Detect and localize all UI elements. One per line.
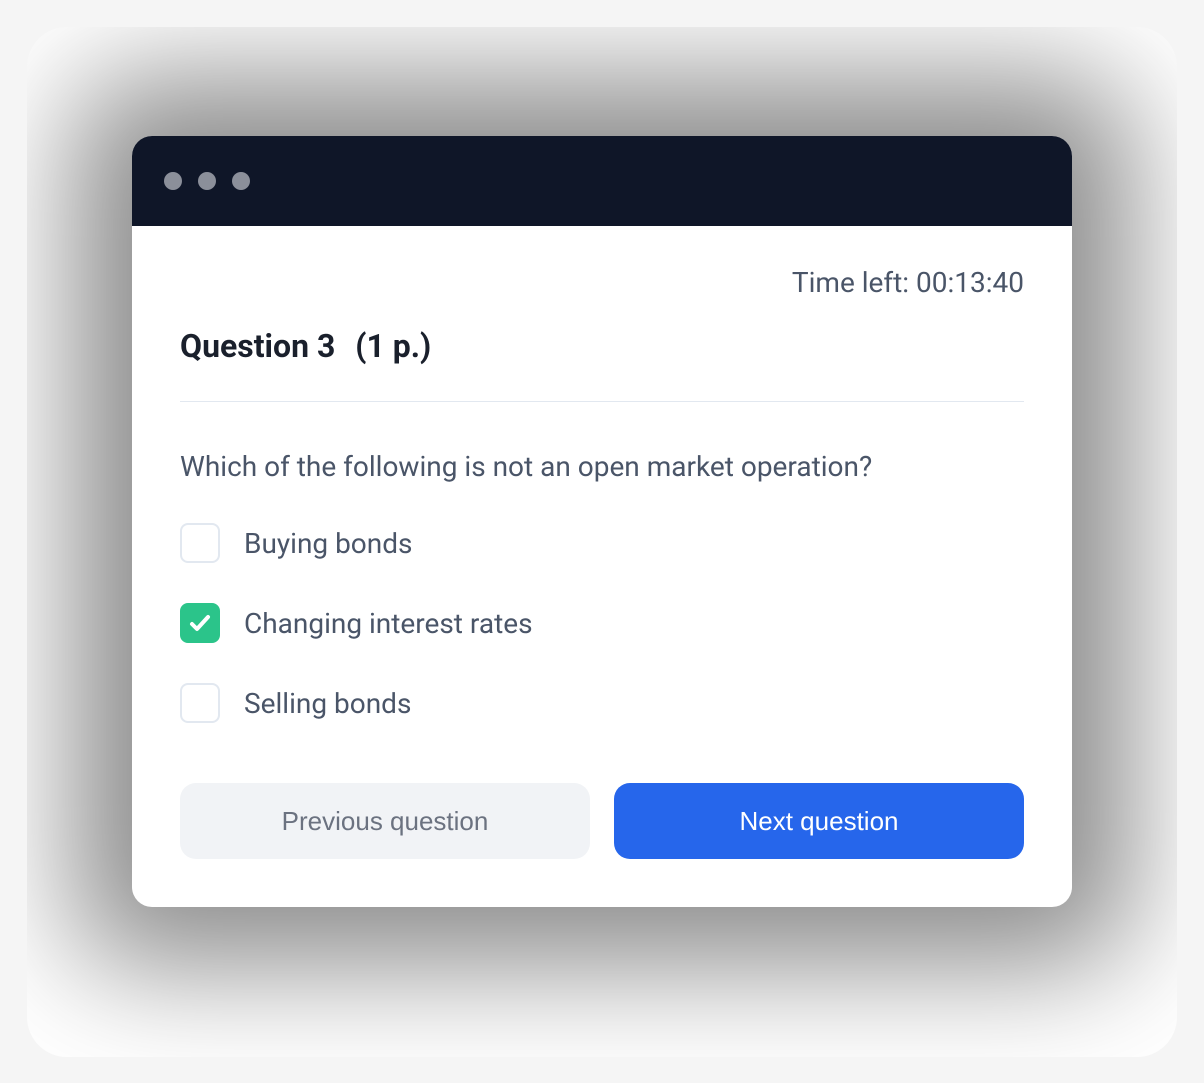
question-points: (1 p.) (355, 327, 431, 365)
question-text: Which of the following is not an open ma… (180, 450, 1024, 483)
option-label-2[interactable]: Selling bonds (244, 687, 411, 720)
question-number: Question 3 (180, 327, 335, 365)
quiz-window: Time left: 00:13:40 Question 3 (1 p.) Wh… (132, 136, 1072, 907)
check-icon (188, 611, 212, 635)
option-label-1[interactable]: Changing interest rates (244, 607, 533, 640)
app-backdrop: Time left: 00:13:40 Question 3 (1 p.) Wh… (27, 27, 1177, 1057)
next-question-button[interactable]: Next question (614, 783, 1024, 859)
option-checkbox-1[interactable] (180, 603, 220, 643)
option-checkbox-0[interactable] (180, 523, 220, 563)
timer: Time left: 00:13:40 (180, 266, 1024, 299)
timer-value: 00:13:40 (916, 266, 1024, 299)
option-row-1: Changing interest rates (180, 603, 1024, 643)
question-header: Question 3 (1 p.) (180, 327, 1024, 402)
timer-label: Time left: (792, 266, 916, 299)
window-titlebar (132, 136, 1072, 226)
traffic-light-minimize-icon[interactable] (198, 172, 216, 190)
option-label-0[interactable]: Buying bonds (244, 527, 412, 560)
traffic-light-close-icon[interactable] (164, 172, 182, 190)
option-row-2: Selling bonds (180, 683, 1024, 723)
traffic-light-maximize-icon[interactable] (232, 172, 250, 190)
option-row-0: Buying bonds (180, 523, 1024, 563)
option-checkbox-2[interactable] (180, 683, 220, 723)
quiz-content: Time left: 00:13:40 Question 3 (1 p.) Wh… (132, 226, 1072, 907)
nav-row: Previous question Next question (180, 783, 1024, 859)
previous-question-button[interactable]: Previous question (180, 783, 590, 859)
